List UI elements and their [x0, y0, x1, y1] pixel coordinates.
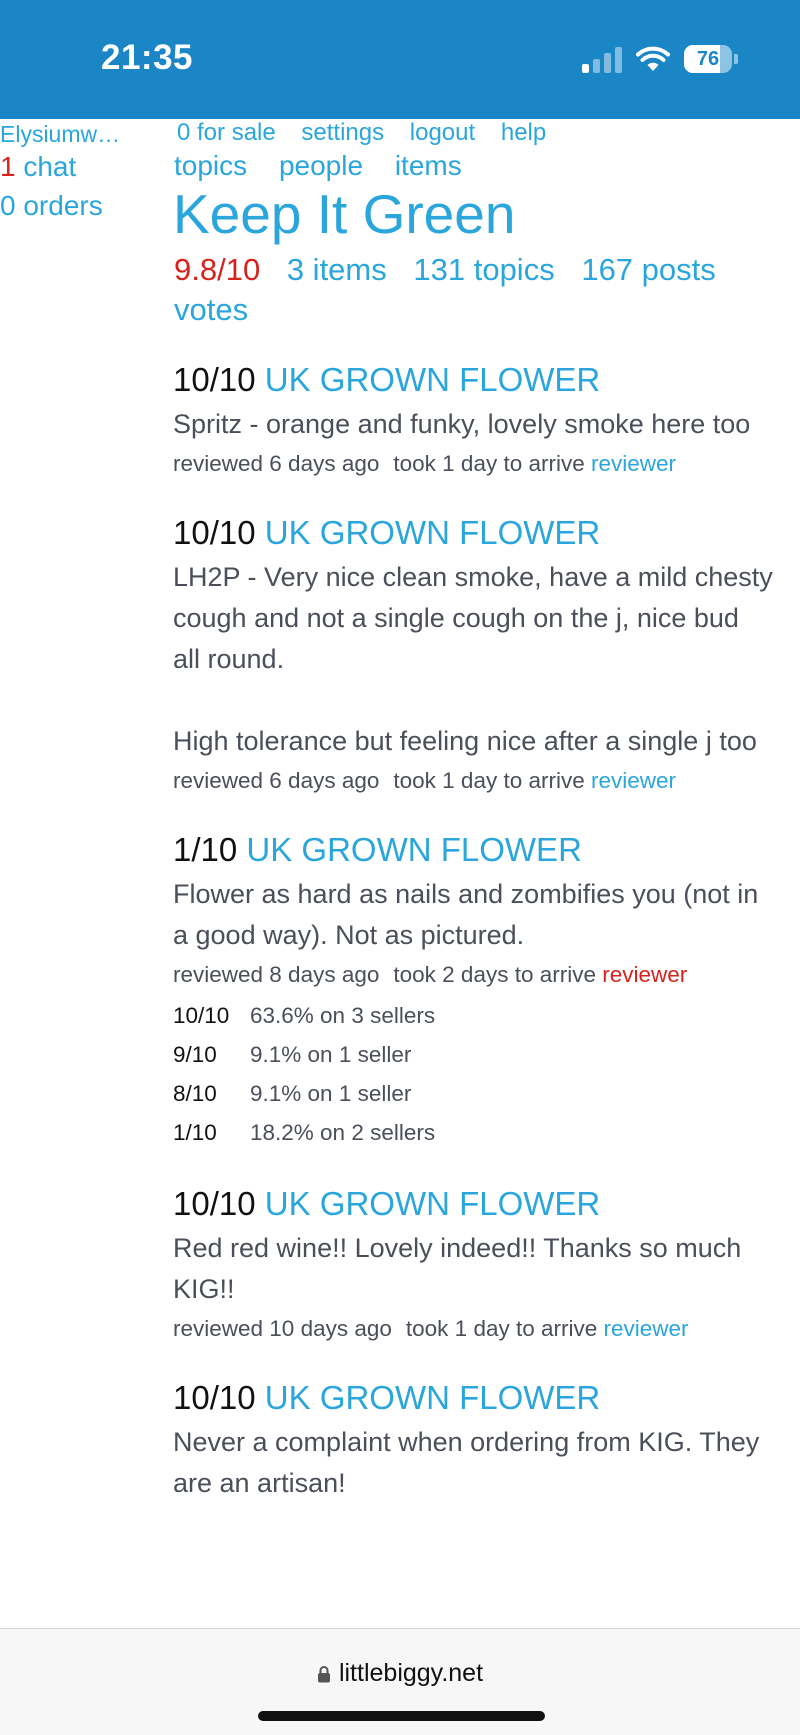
review-header: 10/10 UK GROWN FLOWER [173, 511, 773, 555]
review-text: Never a complaint when ordering from KIG… [173, 1427, 760, 1498]
topics-link[interactable]: topics [174, 150, 247, 181]
review-date: reviewed 8 days ago [173, 962, 380, 987]
wifi-icon [636, 46, 670, 71]
review-meta: reviewed 8 days ago took 2 days to arrive… [173, 958, 773, 992]
review-date: reviewed 6 days ago [173, 451, 380, 476]
page-title[interactable]: Keep It Green [173, 182, 515, 246]
status-icons: 76 [582, 42, 738, 76]
review-score: 10/10 [173, 1379, 256, 1416]
reviews-list: 10/10 UK GROWN FLOWER Spritz - orange an… [173, 358, 773, 1534]
review-header: 1/10 UK GROWN FLOWER [173, 828, 773, 872]
status-bar: 21:35 76 [0, 0, 800, 119]
shop-stats: 9.8/10 3 items 131 topics 167 posts [174, 252, 734, 288]
review-meta: reviewed 6 days ago took 1 day to arrive … [173, 764, 773, 798]
section-nav: topics people items [174, 150, 486, 182]
distribution-row: 1/10 18.2% on 2 sellers [173, 1113, 773, 1152]
review-text: Flower as hard as nails and zombifies yo… [173, 879, 759, 950]
review-item-link[interactable]: UK GROWN FLOWER [265, 361, 601, 398]
chat-label: chat [15, 151, 77, 182]
url-display[interactable]: littlebiggy.net [0, 1659, 800, 1688]
review-item-link[interactable]: UK GROWN FLOWER [265, 1379, 601, 1416]
logout-link[interactable]: logout [410, 119, 475, 146]
shop-rating: 9.8/10 [174, 252, 261, 287]
distribution-row: 8/10 9.1% on 1 seller [173, 1074, 773, 1113]
review-score: 10/10 [173, 514, 256, 551]
lock-icon [317, 1666, 330, 1683]
rating-distribution: 10/10 63.6% on 3 sellers 9/10 9.1% on 1 … [173, 996, 773, 1152]
distribution-value: 63.6% on 3 sellers [250, 1003, 436, 1028]
for-sale-link[interactable]: 0 for sale [177, 119, 276, 146]
review-item: 10/10 UK GROWN FLOWER LH2P - Very nice c… [173, 511, 773, 798]
shop-posts-link[interactable]: 167 posts [581, 252, 715, 287]
review-header: 10/10 UK GROWN FLOWER [173, 1182, 773, 1226]
url-text: littlebiggy.net [338, 1659, 484, 1687]
review-score: 10/10 [173, 1185, 256, 1222]
review-arrival: took 1 day to arrive [405, 1316, 598, 1341]
review-score: 1/10 [173, 831, 238, 868]
review-meta: reviewed 6 days ago took 1 day to arrive … [173, 447, 773, 481]
shop-items-link[interactable]: 3 items [287, 252, 387, 287]
distribution-row: 10/10 63.6% on 3 sellers [173, 996, 773, 1035]
items-link[interactable]: items [395, 150, 462, 181]
distribution-value: 18.2% on 2 sellers [250, 1120, 436, 1145]
votes-link[interactable]: votes [174, 292, 248, 328]
battery-tip [734, 54, 738, 64]
reviewer-link[interactable]: reviewer [604, 1316, 689, 1341]
review-item: 10/10 UK GROWN FLOWER Spritz - orange an… [173, 358, 773, 481]
username-link[interactable]: Elysiumw… [0, 121, 120, 148]
settings-link[interactable]: settings [301, 119, 384, 146]
chat-count: 1 [0, 151, 16, 182]
review-item-link[interactable]: UK GROWN FLOWER [265, 1185, 601, 1222]
review-text: LH2P - Very nice clean smoke, have a mil… [173, 562, 773, 756]
battery-icon: 76 [684, 45, 732, 73]
chat-link[interactable]: 1 chat [0, 151, 76, 183]
review-item-link[interactable]: UK GROWN FLOWER [265, 514, 601, 551]
cellular-signal-icon [582, 45, 622, 73]
review-date: reviewed 6 days ago [173, 768, 380, 793]
review-header: 10/10 UK GROWN FLOWER [173, 358, 773, 402]
reviewer-link[interactable]: reviewer [602, 962, 687, 987]
review-item-link[interactable]: UK GROWN FLOWER [246, 831, 582, 868]
review-score: 10/10 [173, 361, 256, 398]
orders-link[interactable]: 0 orders [0, 190, 103, 222]
review-text: Red red wine!! Lovely indeed!! Thanks so… [173, 1233, 742, 1304]
review-meta: reviewed 10 days ago took 1 day to arrive… [173, 1312, 773, 1346]
distribution-value: 9.1% on 1 seller [250, 1042, 412, 1067]
people-link[interactable]: people [279, 150, 363, 181]
review-item: 10/10 UK GROWN FLOWER Never a complaint … [173, 1376, 773, 1504]
battery-level: 76 [696, 48, 720, 70]
home-indicator[interactable] [258, 1711, 545, 1721]
distribution-row: 9/10 9.1% on 1 seller [173, 1035, 773, 1074]
distribution-score: 1/10 [173, 1120, 217, 1145]
reviewer-link[interactable]: reviewer [591, 768, 676, 793]
review-arrival: took 1 day to arrive [393, 451, 585, 476]
distribution-score: 9/10 [173, 1042, 217, 1067]
top-nav: 0 for sale settings logout help [177, 119, 565, 147]
review-item: 10/10 UK GROWN FLOWER Red red wine!! Lov… [173, 1182, 773, 1346]
help-link[interactable]: help [501, 119, 546, 146]
shop-topics-link[interactable]: 131 topics [413, 252, 554, 287]
status-time: 21:35 [101, 38, 194, 77]
review-arrival: took 2 days to arrive [393, 962, 596, 987]
review-text: Spritz - orange and funky, lovely smoke … [173, 409, 751, 439]
review-item: 1/10 UK GROWN FLOWER Flower as hard as n… [173, 828, 773, 992]
reviewer-link[interactable]: reviewer [591, 451, 676, 476]
review-arrival: took 1 day to arrive [393, 768, 585, 793]
distribution-score: 8/10 [173, 1081, 217, 1106]
distribution-value: 9.1% on 1 seller [250, 1081, 412, 1106]
distribution-score: 10/10 [173, 1003, 230, 1028]
review-header: 10/10 UK GROWN FLOWER [173, 1376, 773, 1420]
review-date: reviewed 10 days ago [173, 1316, 392, 1341]
